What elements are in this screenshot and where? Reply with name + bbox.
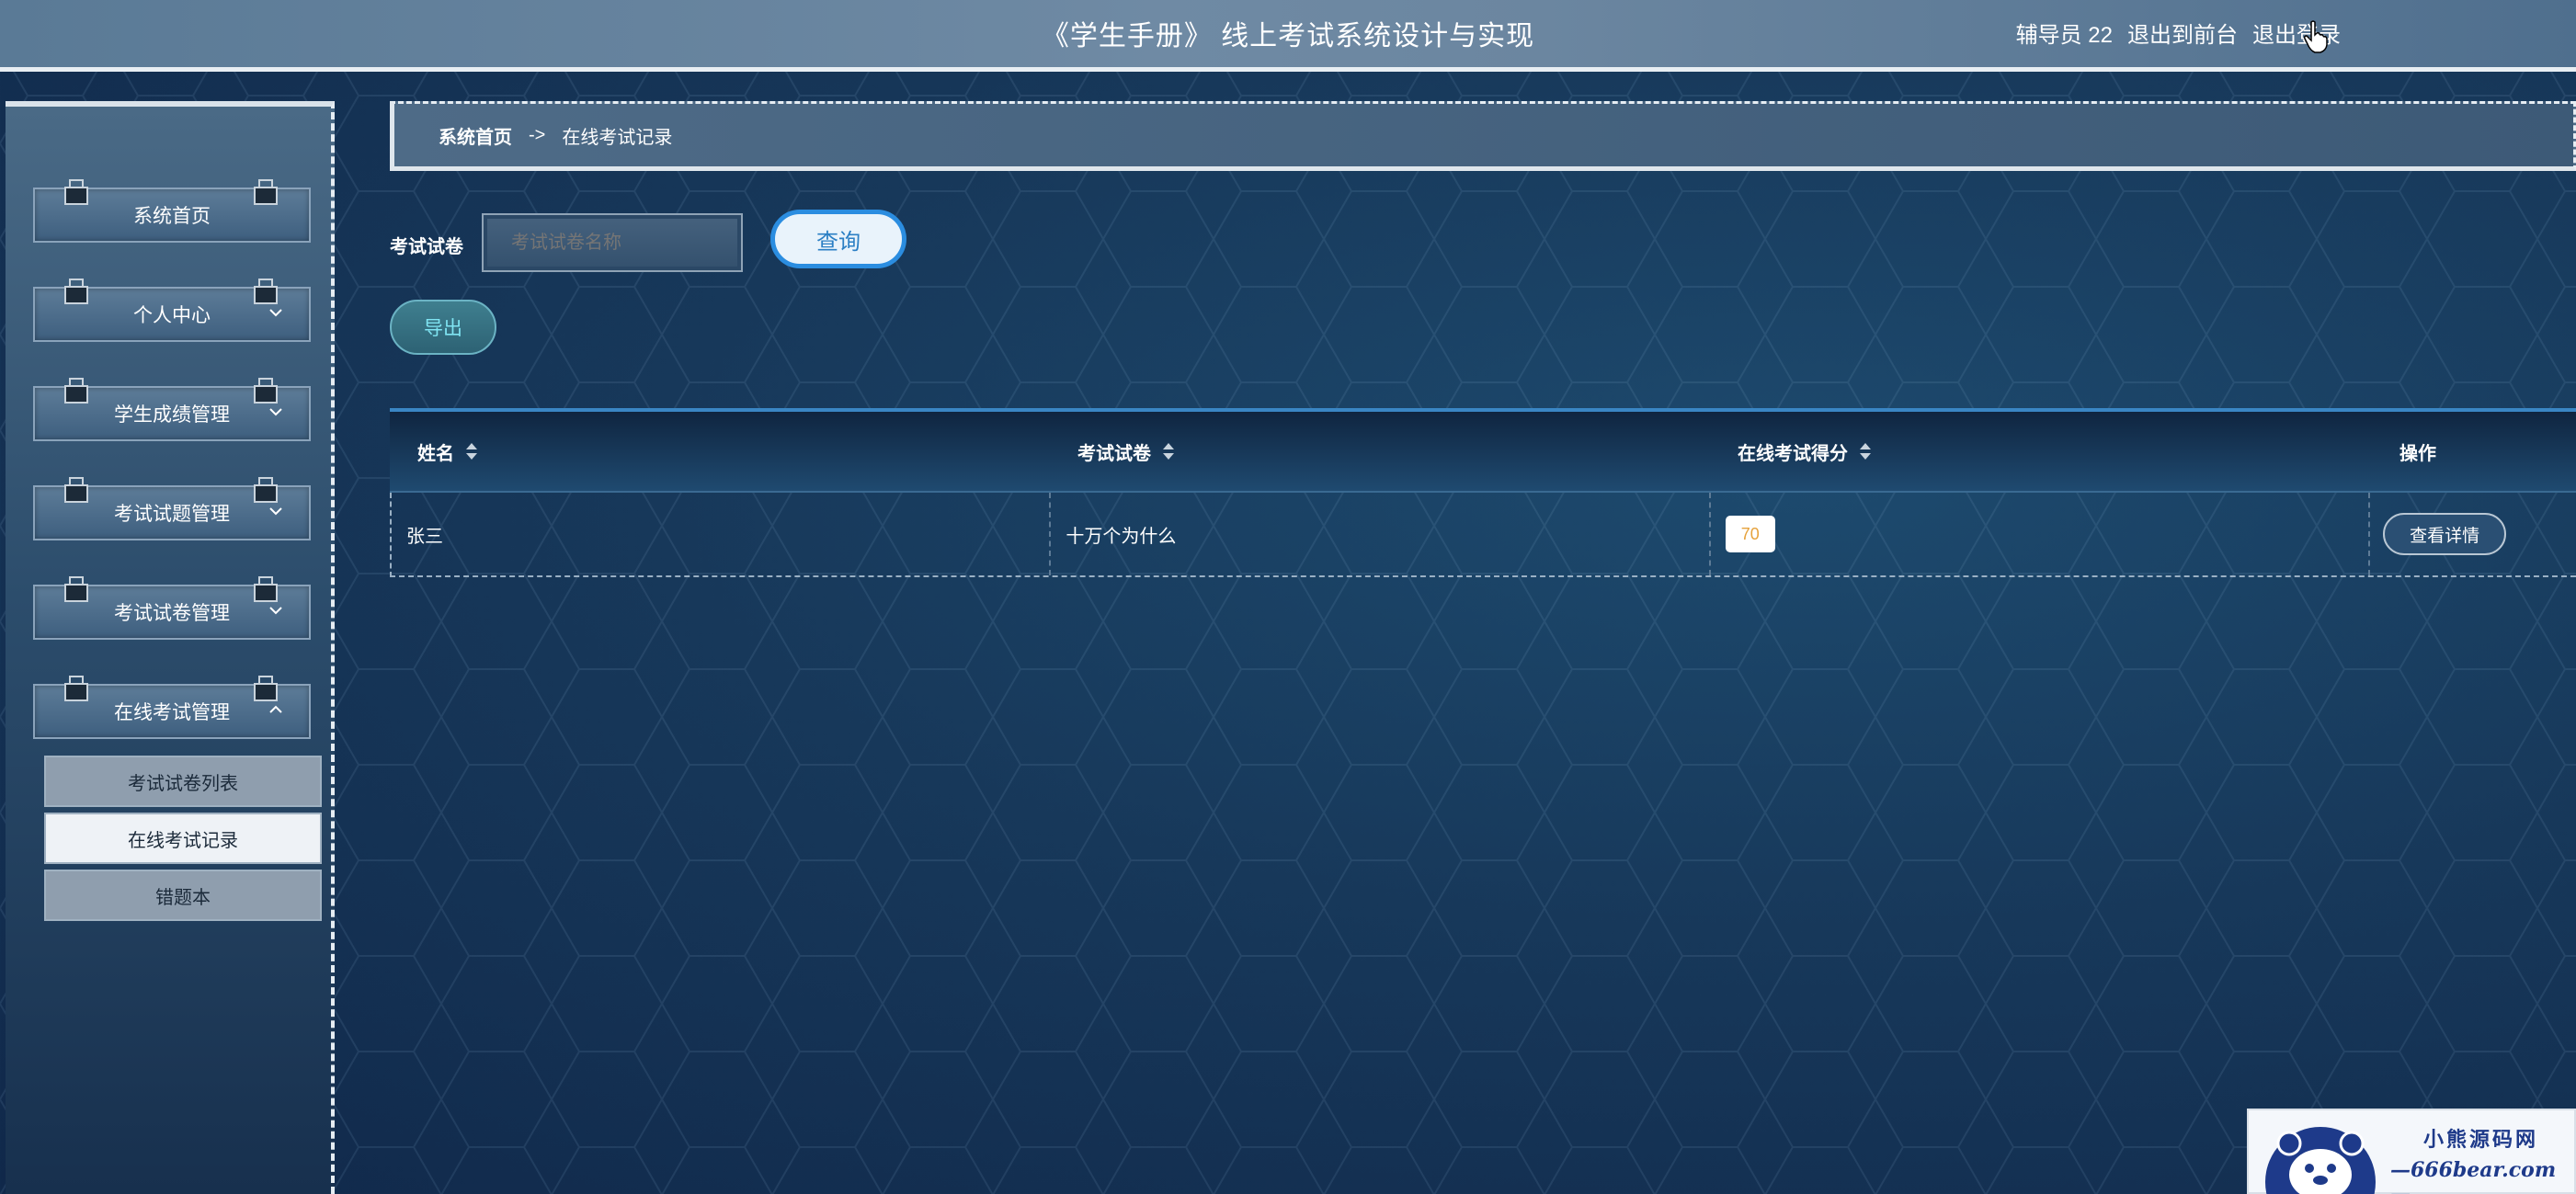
submenu-online-exam-records[interactable]: 在线考试记录 [44, 813, 322, 864]
sidebar-item-label: 在线考试管理 [114, 702, 230, 723]
mouse-pointer-icon [2304, 20, 2328, 53]
chevron-down-icon [269, 408, 282, 416]
submenu-wrong-question-book[interactable]: 错题本 [44, 870, 322, 921]
binder-clip-icon [254, 676, 278, 701]
cell-paper: 十万个为什么 [1051, 493, 1711, 575]
top-header: 《学生手册》 线上考试系统设计与实现 辅导员 22 退出到前台 退出登录 [0, 0, 2576, 72]
exam-records-table: 姓名 考试试卷 在线考试得分 操作 张三 十万个为什么 70 查看详情 [390, 408, 2576, 577]
header-user-area: 辅导员 22 退出到前台 退出登录 [2016, 17, 2341, 49]
column-header-label: 操作 [2399, 443, 2436, 464]
cell-score: 70 [1711, 493, 2371, 575]
submenu-exam-paper-list[interactable]: 考试试卷列表 [44, 756, 322, 807]
watermark-url: —666bear.com— [2390, 1158, 2557, 1194]
chevron-up-icon [269, 705, 282, 713]
exam-paper-search-input[interactable] [482, 213, 743, 272]
column-header-actions: 操作 [2370, 412, 2576, 491]
breadcrumb-current: 在线考试记录 [562, 127, 673, 148]
sort-icon[interactable] [465, 441, 478, 461]
sidebar-item-online-exam-management[interactable]: 在线考试管理 [33, 676, 311, 739]
sidebar-item-label: 系统首页 [133, 206, 211, 227]
sidebar-item-label: 个人中心 [133, 305, 211, 326]
breadcrumb-separator: -> [529, 124, 546, 145]
binder-clip-icon [254, 378, 278, 404]
sidebar: 系统首页 个人中心 学生成绩管理 考试试题管理 考试试卷管理 在线考试管理 考试… [6, 101, 335, 1194]
binder-clip-icon [254, 279, 278, 304]
bear-logo-icon [2265, 1127, 2376, 1194]
cell-actions: 查看详情 [2370, 493, 2576, 575]
breadcrumb: 系统首页 -> 在线考试记录 [390, 101, 2576, 171]
column-header-label: 考试试卷 [1077, 443, 1151, 464]
score-badge: 70 [1725, 516, 1775, 552]
sort-icon[interactable] [1859, 441, 1872, 461]
binder-clip-icon [254, 179, 278, 205]
sidebar-item-question-management[interactable]: 考试试题管理 [33, 477, 311, 540]
binder-clip-icon [254, 477, 278, 503]
sidebar-item-home[interactable]: 系统首页 [33, 179, 311, 243]
submenu-label: 在线考试记录 [128, 830, 238, 851]
table-row: 张三 十万个为什么 70 查看详情 [390, 493, 2576, 577]
binder-clip-icon [254, 576, 278, 602]
watermark-title: 小熊源码网 [2423, 1128, 2539, 1152]
user-label: 辅导员 22 [2015, 23, 2113, 48]
sidebar-item-personal-center[interactable]: 个人中心 [33, 279, 311, 342]
chevron-down-icon [269, 507, 282, 516]
column-header-name[interactable]: 姓名 [390, 412, 1050, 491]
sidebar-item-paper-management[interactable]: 考试试卷管理 [33, 576, 311, 640]
binder-clip-icon [64, 477, 88, 503]
breadcrumb-home[interactable]: 系统首页 [439, 122, 512, 149]
watermark-badge: 小熊源码网 —666bear.com— [2247, 1109, 2576, 1194]
sidebar-item-label: 考试试题管理 [114, 504, 230, 525]
column-header-paper[interactable]: 考试试卷 [1050, 412, 1710, 491]
sidebar-item-label: 考试试卷管理 [114, 603, 230, 624]
binder-clip-icon [64, 576, 88, 602]
binder-clip-icon [64, 279, 88, 304]
binder-clip-icon [64, 378, 88, 404]
table-header: 姓名 考试试卷 在线考试得分 操作 [390, 412, 2576, 493]
chevron-down-icon [269, 309, 282, 317]
sidebar-item-label: 学生成绩管理 [114, 404, 230, 426]
cell-name: 张三 [392, 493, 1052, 575]
hex-pattern-background [0, 0, 2576, 1194]
binder-clip-icon [64, 179, 88, 205]
query-button[interactable]: 查询 [770, 210, 906, 268]
column-header-label: 姓名 [417, 443, 454, 464]
export-button[interactable]: 导出 [390, 300, 496, 355]
chevron-down-icon [269, 607, 282, 615]
sidebar-item-score-management[interactable]: 学生成绩管理 [33, 378, 311, 441]
view-details-button[interactable]: 查看详情 [2383, 513, 2507, 555]
submenu-label: 错题本 [155, 887, 211, 908]
column-header-label: 在线考试得分 [1738, 443, 1848, 464]
sort-icon[interactable] [1162, 441, 1175, 461]
exit-to-front-link[interactable]: 退出到前台 [2127, 17, 2238, 49]
submenu-label: 考试试卷列表 [128, 773, 238, 794]
search-label: 考试试卷 [390, 237, 463, 257]
binder-clip-icon [64, 676, 88, 701]
column-header-score[interactable]: 在线考试得分 [1710, 412, 2370, 491]
